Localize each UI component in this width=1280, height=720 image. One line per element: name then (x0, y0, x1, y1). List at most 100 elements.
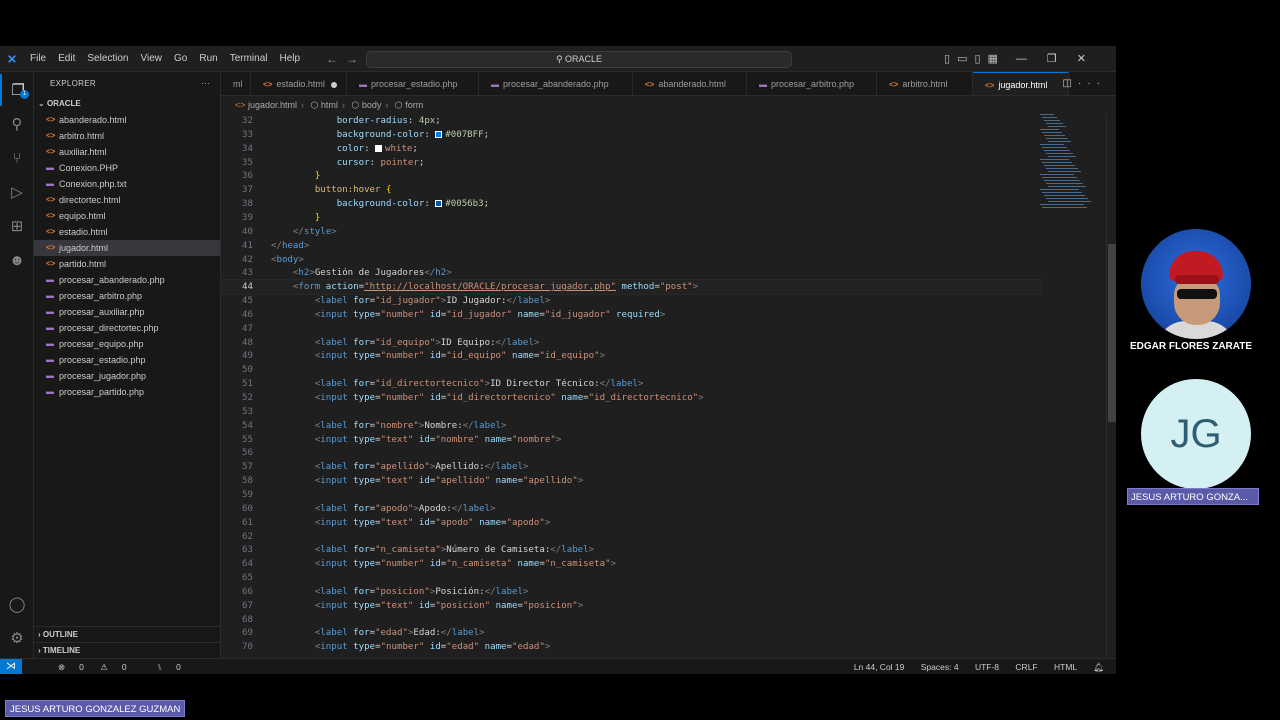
code-line[interactable]: 54 <label for="nombre">Nombre:</label> (221, 419, 1041, 433)
code-line[interactable]: 48 <label for="id_equipo">ID Equipo:</la… (221, 336, 1041, 350)
code-line[interactable]: 36 } (221, 169, 1041, 183)
breadcrumb-item-body[interactable]: ⬡ body (351, 100, 381, 110)
file-item[interactable]: <> auxiliar.html (34, 144, 220, 160)
tab-procesar-arbitro-php[interactable]: ▬ procesar_arbitro.php (747, 72, 877, 95)
file-item[interactable]: <> directortec.html (34, 192, 220, 208)
file-item[interactable]: ▬ procesar_jugador.php (34, 368, 220, 384)
indentation[interactable]: Spaces: 4 (921, 662, 959, 672)
search-view-icon[interactable]: ⚲ (0, 108, 34, 140)
menu-view[interactable]: View (135, 46, 169, 72)
encoding[interactable]: UTF-8 (975, 662, 999, 672)
file-item[interactable]: ▬ Conexion.PHP (34, 160, 220, 176)
tab-procesar-estadio-php[interactable]: ▬ procesar_estadio.php (347, 72, 479, 95)
menu-help[interactable]: Help (274, 46, 307, 72)
code-editor[interactable]: 32 border-radius: 4px; 33 background-colo… (221, 114, 1116, 658)
file-item[interactable]: <> jugador.html (34, 240, 220, 256)
file-item[interactable]: ▬ procesar_equipo.php (34, 336, 220, 352)
code-line[interactable]: 33 background-color: #007BFF; (221, 128, 1041, 142)
language-mode[interactable]: HTML (1054, 662, 1077, 672)
code-line[interactable]: 43 <h2>Gestión de Jugadores</h2> (221, 266, 1041, 280)
folder-root[interactable]: ⌄ ORACLE (34, 96, 220, 112)
code-line[interactable]: 46 <input type="number" id="id_jugador" … (221, 308, 1041, 322)
run-debug-icon[interactable]: ▷ (0, 176, 34, 208)
close-icon[interactable]: ✕ (1077, 53, 1106, 65)
file-item[interactable]: ▬ procesar_directortec.php (34, 320, 220, 336)
code-line[interactable]: 32 border-radius: 4px; (221, 114, 1041, 128)
code-line[interactable]: 70 <input type="number" id="edad" name="… (221, 640, 1041, 654)
command-center-search[interactable]: ⚲ ORACLE (366, 51, 792, 68)
toggle-panel-icon[interactable]: ▭ (957, 53, 974, 65)
tab-abanderado-html[interactable]: <> abanderado.html (633, 72, 747, 95)
code-line[interactable]: 42 <body> (221, 253, 1041, 267)
code-line[interactable]: 60 <label for="apodo">Apodo:</label> (221, 502, 1041, 516)
code-line[interactable]: 68 (221, 613, 1041, 627)
code-line[interactable]: 39 } (221, 211, 1041, 225)
settings-gear-icon[interactable]: ⚙ (0, 622, 34, 654)
tab-estadio-html[interactable]: <> estadio.html (251, 72, 347, 95)
code-line[interactable]: 41 </head> (221, 239, 1041, 253)
code-line[interactable]: 53 (221, 405, 1041, 419)
code-line[interactable]: 62 (221, 530, 1041, 544)
color-swatch-icon[interactable] (435, 200, 443, 208)
tab-ml[interactable]: ml (221, 72, 251, 95)
breadcrumb-item-html[interactable]: ⬡ html (311, 100, 338, 110)
menu-run[interactable]: Run (193, 46, 223, 72)
explorer-icon[interactable]: ❐ 1 (0, 74, 34, 106)
code-line[interactable]: 55 <input type="text" id="nombre" name="… (221, 433, 1041, 447)
tab-arbitro-html[interactable]: <> arbitro.html (877, 72, 973, 95)
code-line[interactable]: 52 <input type="number" id="id_directort… (221, 391, 1041, 405)
tab-procesar-abanderado-php[interactable]: ▬ procesar_abanderado.php (479, 72, 633, 95)
restore-icon[interactable]: ❐ (1047, 53, 1077, 65)
code-line[interactable]: 47 (221, 322, 1041, 336)
file-item[interactable]: ▬ procesar_estadio.php (34, 352, 220, 368)
unsaved-dot-icon[interactable] (330, 81, 337, 88)
file-item[interactable]: <> arbitro.html (34, 128, 220, 144)
file-item[interactable]: <> estadio.html (34, 224, 220, 240)
menu-selection[interactable]: Selection (81, 46, 134, 72)
accounts-icon[interactable]: ◯ (0, 588, 34, 620)
code-line[interactable]: 37 button:hover { (221, 183, 1041, 197)
file-item[interactable]: <> partido.html (34, 256, 220, 272)
code-line[interactable]: 44 <form action="http://localhost/ORACLE… (221, 279, 1042, 296)
file-item[interactable]: ▬ Conexion.php.txt (34, 176, 220, 192)
file-item[interactable]: ▬ procesar_auxiliar.php (34, 304, 220, 320)
timeline-section[interactable]: › TIMELINE (34, 642, 221, 658)
code-line[interactable]: 50 (221, 363, 1041, 377)
notifications-bell-icon[interactable]: 🔔︎ (1093, 662, 1104, 672)
color-swatch-icon[interactable] (435, 130, 443, 138)
menu-go[interactable]: Go (168, 46, 193, 72)
end-of-line[interactable]: CRLF (1015, 662, 1037, 672)
code-line[interactable]: 57 <label for="apellido">Apellido:</labe… (221, 460, 1041, 474)
cursor-position[interactable]: Ln 44, Col 19 (854, 662, 905, 672)
file-item[interactable]: <> abanderado.html (34, 112, 220, 128)
tab-jugador-html[interactable]: <> jugador.html (973, 72, 1069, 95)
menu-edit[interactable]: Edit (52, 46, 81, 72)
code-line[interactable]: 35 cursor: pointer; (221, 156, 1041, 170)
customize-layout-icon[interactable]: ▦ (988, 53, 1005, 65)
code-line[interactable]: 67 <input type="text" id="posicion" name… (221, 599, 1041, 613)
code-line[interactable]: 45 <label for="id_jugador">ID Jugador:</… (221, 294, 1041, 308)
breadcrumb-item-file[interactable]: <> jugador.html (235, 100, 297, 110)
extensions-icon[interactable]: ⊞ (0, 210, 34, 242)
more-actions-icon[interactable]: ··· (201, 72, 210, 96)
file-item[interactable]: ▬ procesar_partido.php (34, 384, 220, 400)
source-control-icon[interactable]: ⑂ (0, 142, 34, 174)
code-line[interactable]: 59 (221, 488, 1041, 502)
breadcrumb-item-form[interactable]: ⬡ form (395, 100, 423, 110)
code-line[interactable]: 69 <label for="edad">Edad:</label> (221, 626, 1041, 640)
outline-section[interactable]: › OUTLINE (34, 626, 221, 642)
file-item[interactable]: ▬ procesar_abanderado.php (34, 272, 220, 288)
file-item[interactable]: <> equipo.html (34, 208, 220, 224)
file-item[interactable]: ▬ procesar_arbitro.php (34, 288, 220, 304)
code-line[interactable]: 51 <label for="id_directortecnico">ID Di… (221, 377, 1041, 391)
code-line[interactable]: 63 <label for="n_camiseta">Número de Cam… (221, 543, 1041, 557)
editor-scrollbar[interactable] (1106, 114, 1116, 658)
toggle-secondary-sidebar-icon[interactable]: ▯ (974, 53, 987, 65)
forward-arrow-icon[interactable]: → (346, 52, 366, 66)
scrollbar-thumb[interactable] (1108, 244, 1116, 422)
menu-file[interactable]: File (24, 46, 52, 72)
more-actions-icon[interactable]: ··· (1078, 78, 1106, 89)
code-line[interactable]: 61 <input type="text" id="apodo" name="a… (221, 516, 1041, 530)
ports-indicator[interactable]: ⑊ 0 (143, 662, 181, 672)
menu-terminal[interactable]: Terminal (224, 46, 274, 72)
